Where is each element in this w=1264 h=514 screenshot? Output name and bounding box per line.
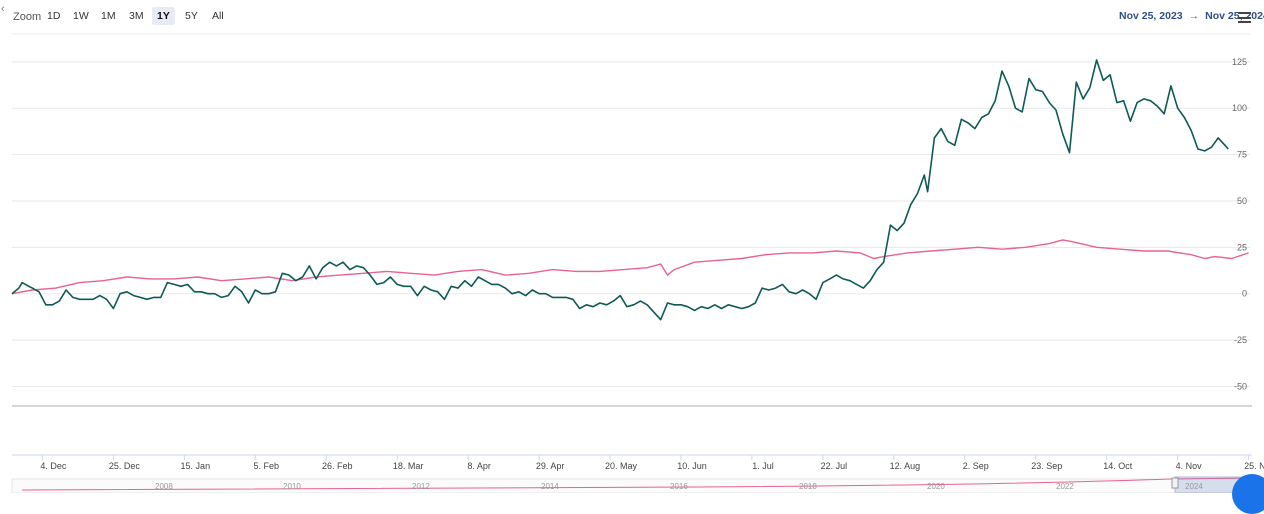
x-axis: 4. Dec 25. Dec 15. Jan 5. Feb 26. Feb 18. Mar… xyxy=(12,454,1264,471)
navigator-year-label: 2012 xyxy=(412,482,430,491)
y-axis-ticks: 125 100 75 50 25 0 -25 -50 xyxy=(1232,57,1247,392)
series-line-0 xyxy=(11,59,1229,321)
x-tick-label: 23. Sep xyxy=(1031,461,1062,471)
y-tick-label: 125 xyxy=(1232,57,1247,67)
y-tick-label: 25 xyxy=(1237,242,1247,252)
x-tick-label: 2. Sep xyxy=(963,461,989,471)
x-tick-label: 20. May xyxy=(605,461,638,471)
x-tick-label: 1. Jul xyxy=(752,461,774,471)
x-tick-label: 14. Oct xyxy=(1103,461,1133,471)
navigator-year-label: 2022 xyxy=(1056,482,1074,491)
y-tick-label: 100 xyxy=(1232,103,1247,113)
x-tick-label: 15. Jan xyxy=(181,461,211,471)
navigator-year-label: 2024 xyxy=(1185,482,1203,491)
line-chart: 125 100 75 50 25 0 -25 -50 4. Dec 25. Dec 15. Jan… xyxy=(11,33,1264,493)
x-tick-label: 25. Dec xyxy=(109,461,141,471)
x-tick-label: 10. Jun xyxy=(677,461,707,471)
series-line-1 xyxy=(11,239,1249,295)
navigator-left-handle[interactable] xyxy=(1171,477,1179,489)
navigator-year-label: 2014 xyxy=(541,482,559,491)
navigator-year-label: 2016 xyxy=(670,482,688,491)
x-tick-label: 12. Aug xyxy=(890,461,921,471)
y-tick-label: 75 xyxy=(1237,150,1247,160)
x-tick-label: 8. Apr xyxy=(467,461,491,471)
chart-series xyxy=(11,59,1249,321)
x-tick-label: 5. Feb xyxy=(254,461,280,471)
y-tick-label: -25 xyxy=(1234,335,1247,345)
x-tick-label: 18. Mar xyxy=(393,461,424,471)
navigator-year-label: 2010 xyxy=(283,482,301,491)
navigator-year-label: 2020 xyxy=(927,482,945,491)
x-tick-label: 4. Dec xyxy=(40,461,67,471)
grid-lines xyxy=(12,33,1252,407)
y-tick-label: -50 xyxy=(1234,381,1247,391)
y-tick-label: 50 xyxy=(1237,196,1247,206)
x-tick-label: 25. Nov xyxy=(1244,461,1264,471)
navigator-year-label: 2008 xyxy=(155,482,173,491)
navigator-year-label: 2018 xyxy=(799,482,817,491)
floating-action-button[interactable] xyxy=(1232,474,1264,514)
x-tick-label: 26. Feb xyxy=(322,461,353,471)
y-tick-label: 0 xyxy=(1242,289,1247,299)
navigator[interactable]: 2008 2010 2012 2014 2016 2018 2020 2022 2024 xyxy=(11,476,1253,493)
x-tick-label: 29. Apr xyxy=(536,461,565,471)
x-tick-label: 4. Nov xyxy=(1176,461,1203,471)
x-tick-label: 22. Jul xyxy=(821,461,848,471)
